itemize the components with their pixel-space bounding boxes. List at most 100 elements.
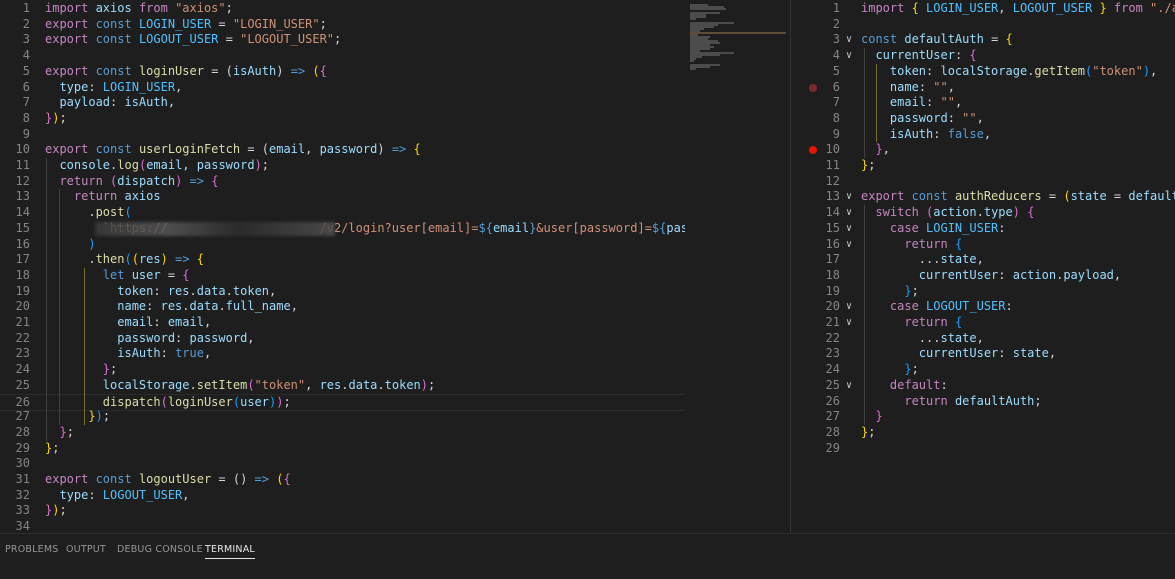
code-line[interactable]: 1 import { LOGIN_USER, LOGOUT_USER } from… [804, 1, 1175, 17]
tab-terminal[interactable]: TERMINAL [205, 544, 255, 559]
code-text: }; [904, 283, 919, 298]
code-line[interactable]: 4 ∨ currentUser: { [804, 48, 1175, 64]
code-line[interactable]: 10 }, [804, 142, 1175, 158]
code-line[interactable]: 15 `https:// /v2/login?user[email]=${ema… [0, 221, 685, 237]
code-line[interactable]: 24 }; [0, 362, 685, 378]
tab-debug-console[interactable]: DEBUG CONSOLE [117, 544, 203, 555]
code-line[interactable]: 12 [804, 174, 1175, 190]
code-line[interactable]: 22 password: password, [0, 331, 685, 347]
minimap[interactable] [685, 0, 790, 533]
code-line[interactable]: 19 }; [804, 284, 1175, 300]
code-line[interactable]: 33}); [0, 503, 685, 519]
code-line[interactable]: 5 token: localStorage.getItem("token"), [804, 64, 1175, 80]
fold-chevron-icon[interactable]: ∨ [846, 32, 852, 48]
code-line[interactable]: 21 email: email, [0, 315, 685, 331]
breakpoint-icon[interactable] [809, 83, 817, 92]
line-number: 17 [15, 252, 30, 267]
code-line[interactable]: 18 let user = { [0, 268, 685, 284]
line-number: 3 [22, 32, 30, 47]
fold-chevron-icon[interactable]: ∨ [846, 378, 852, 394]
code-line[interactable]: 14 .post( [0, 205, 685, 221]
code-line[interactable]: 16 ) [0, 237, 685, 253]
code-line[interactable]: 21 ∨ return { [804, 315, 1175, 331]
code-line[interactable]: 28}; [804, 425, 1175, 441]
fold-chevron-icon[interactable]: ∨ [846, 237, 852, 253]
code-text: return defaultAuth; [904, 393, 1042, 408]
code-line[interactable]: 6 type: LOGIN_USER, [0, 80, 685, 96]
code-line[interactable]: 16 ∨ return { [804, 237, 1175, 253]
code-line[interactable]: 13 return axios [0, 189, 685, 205]
code-line[interactable]: 25 localStorage.setItem("token", res.dat… [0, 378, 685, 394]
code-line[interactable]: 7 payload: isAuth, [0, 95, 685, 111]
code-line[interactable]: 20 ∨ case LOGOUT_USER: [804, 299, 1175, 315]
line-number: 23 [825, 346, 840, 361]
fold-chevron-icon[interactable]: ∨ [846, 299, 852, 315]
code-line[interactable]: 25 ∨ default: [804, 378, 1175, 394]
code-line[interactable]: 8}); [0, 111, 685, 127]
code-line[interactable]: 26 return defaultAuth; [804, 394, 1175, 410]
code-text: email: email, [117, 315, 212, 329]
code-line[interactable]: 20 name: res.data.full_name, [0, 299, 685, 315]
code-line[interactable]: 32 type: LOGOUT_USER, [0, 488, 685, 504]
code-line[interactable]: 24 }; [804, 362, 1175, 378]
tab-problems[interactable]: PROBLEMS [5, 544, 58, 555]
code-line[interactable]: 13 ∨ export const authReducers = (state = … [804, 189, 1175, 205]
code-text: import axios from "axios"; [45, 1, 233, 15]
code-line[interactable]: 17 .then((res) => { [0, 252, 685, 268]
code-line[interactable]: 29 [804, 441, 1175, 457]
code-text: token: localStorage.getItem("token"), [889, 63, 1158, 78]
editor-scrollbar[interactable] [790, 0, 805, 533]
code-line[interactable]: 2 [804, 17, 1175, 33]
line-number: 29 [15, 440, 30, 455]
right-editor[interactable]: 1 import { LOGIN_USER, LOGOUT_USER } from… [804, 0, 1175, 533]
code-line[interactable]: 10 export const userLoginFetch = (email, … [0, 142, 685, 158]
code-line[interactable]: 6 name: "", [804, 80, 1175, 96]
code-line[interactable]: 9 [0, 127, 685, 143]
code-line[interactable]: 19 token: res.data.token, [0, 284, 685, 300]
line-number: 19 [15, 283, 30, 298]
code-line[interactable]: 4 [0, 48, 685, 64]
minimap-line [690, 68, 696, 70]
line-number: 14 [15, 205, 30, 220]
code-line[interactable]: 8 password: "", [804, 111, 1175, 127]
line-number: 14 [825, 205, 840, 220]
code-line[interactable]: 7 email: "", [804, 95, 1175, 111]
code-line[interactable]: 27 } [804, 409, 1175, 425]
code-line[interactable]: 14 ∨ switch (action.type) { [804, 205, 1175, 221]
code-line[interactable]: 34 [0, 519, 685, 533]
code-line[interactable]: 23 currentUser: state, [804, 346, 1175, 362]
code-line[interactable]: 2 export const LOGIN_USER = "LOGIN_USER"; [0, 17, 685, 33]
code-line[interactable]: 30 [0, 456, 685, 472]
code-line[interactable]: 28 }; [0, 425, 685, 441]
fold-chevron-icon[interactable]: ∨ [846, 48, 852, 64]
code-line[interactable]: 1 import axios from "axios"; [0, 1, 685, 17]
code-line[interactable]: 31 export const logoutUser = () => ({ [0, 472, 685, 488]
fold-chevron-icon[interactable]: ∨ [846, 189, 852, 205]
code-line[interactable]: 3 export const LOGOUT_USER = "LOGOUT_USER… [0, 32, 685, 48]
code-line[interactable]: 11 console.log(email, password); [0, 158, 685, 174]
code-text: }, [875, 142, 890, 157]
code-line[interactable]: 12 return (dispatch) => { [0, 174, 685, 190]
tab-output[interactable]: OUTPUT [66, 544, 106, 555]
fold-chevron-icon[interactable]: ∨ [846, 315, 852, 331]
code-line[interactable]: 11}; [804, 158, 1175, 174]
code-line[interactable]: 27 }); [0, 409, 685, 425]
code-line[interactable]: 17 ...state, [804, 252, 1175, 268]
code-text: currentUser: state, [918, 346, 1057, 361]
code-line[interactable]: 15 ∨ case LOGIN_USER: [804, 221, 1175, 237]
code-text: name: res.data.full_name, [117, 299, 298, 314]
code-line[interactable]: 9 isAuth: false, [804, 127, 1175, 143]
code-text: return axios [73, 189, 161, 204]
line-number: 30 [15, 456, 30, 471]
code-line[interactable]: 5 export const loginUser = (isAuth) => ({ [0, 64, 685, 80]
fold-chevron-icon[interactable]: ∨ [846, 205, 852, 221]
code-line[interactable]: 29}; [0, 441, 685, 457]
code-line[interactable]: 23 isAuth: true, [0, 346, 685, 362]
line-number: 8 [832, 110, 840, 125]
code-text: type: LOGOUT_USER, [59, 487, 190, 502]
code-line[interactable]: 22 ...state, [804, 331, 1175, 347]
fold-chevron-icon[interactable]: ∨ [846, 221, 852, 237]
code-line[interactable]: 18 currentUser: action.payload, [804, 268, 1175, 284]
code-line[interactable]: 3 ∨ const defaultAuth = { [804, 32, 1175, 48]
left-editor[interactable]: 1 import axios from "axios"; 2 export const… [0, 0, 685, 533]
